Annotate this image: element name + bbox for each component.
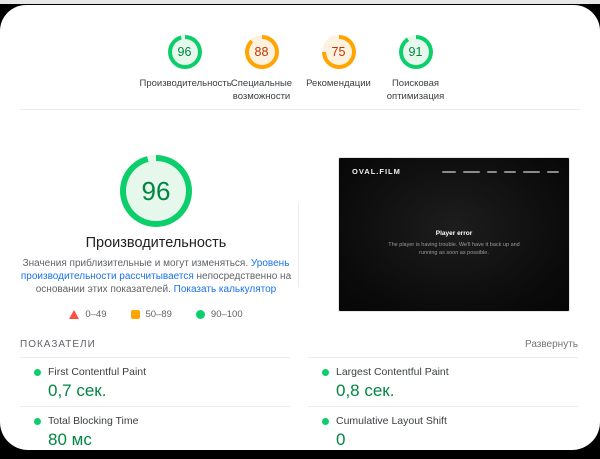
category-scores-row: 96 Производительность 88 Специальные воз… <box>0 35 600 103</box>
category-label: Специальные возможности <box>223 77 300 103</box>
vertical-divider <box>298 203 299 287</box>
page-top-edge <box>0 0 600 4</box>
nav-item-placeholder <box>487 171 497 173</box>
category-label: Поисковая оптимизация <box>377 77 454 103</box>
player-error-line: The player is having trouble. We'll have… <box>339 241 569 249</box>
metric-value: 0,8 сек. <box>336 381 578 401</box>
calculator-link[interactable]: Показать калькулятор <box>174 284 277 295</box>
player-error-title: Player error <box>339 230 569 237</box>
score-legend: 0–49 50–89 90–100 <box>20 309 292 320</box>
legend-range: 0–49 <box>85 309 106 320</box>
seo-score-gauge: 91 <box>399 35 433 69</box>
report-card: 96 Производительность 88 Специальные воз… <box>0 5 600 450</box>
metric-head: Cumulative Layout Shift <box>322 415 578 427</box>
best-practices-score: 75 <box>332 45 346 59</box>
metrics-grid: First Contentful Paint 0,7 сек. Largest … <box>20 357 578 450</box>
nav-item-placeholder <box>547 171 559 173</box>
good-dot-icon <box>322 418 329 425</box>
legend-range: 50–89 <box>146 309 172 320</box>
category-seo[interactable]: 91 Поисковая оптимизация <box>377 35 454 103</box>
expand-metrics-button[interactable]: Развернуть <box>525 339 578 350</box>
good-dot-icon <box>322 369 329 376</box>
metric-name: Total Blocking Time <box>48 415 138 427</box>
performance-section: 96 Производительность Значения приблизит… <box>20 155 292 320</box>
metric-fcp: First Contentful Paint 0,7 сек. <box>20 357 290 406</box>
legend-good: 90–100 <box>196 309 243 320</box>
metrics-header-row: ПОКАЗАТЕЛИ Развернуть <box>20 339 578 350</box>
nav-item-placeholder <box>504 171 516 173</box>
site-logo: OVAL.FILM <box>352 167 401 176</box>
accessibility-score: 88 <box>255 45 269 59</box>
metric-value: 0,7 сек. <box>48 381 290 401</box>
player-error-block: Player error The player is having troubl… <box>339 230 569 257</box>
nav-item-placeholder <box>442 171 456 173</box>
metrics-section-title: ПОКАЗАТЕЛИ <box>20 339 96 350</box>
performance-title: Производительность <box>20 235 292 251</box>
site-nav-placeholder <box>442 171 559 173</box>
metric-head: Total Blocking Time <box>34 415 290 427</box>
good-dot-icon <box>34 369 41 376</box>
metric-name: First Contentful Paint <box>48 366 146 378</box>
average-square-icon <box>131 310 140 319</box>
category-label: Производительность <box>140 77 230 90</box>
good-dot-icon <box>34 418 41 425</box>
metric-value: 0 <box>336 430 578 450</box>
metric-tbt: Total Blocking Time 80 мс <box>20 406 290 450</box>
description-text: Значения приблизительные и могут изменят… <box>23 258 251 269</box>
lighthouse-report: { "header_gauges": [ {"score": "96", "la… <box>0 0 600 459</box>
metric-name: Largest Contentful Paint <box>336 366 449 378</box>
player-error-line: running as soon as possible. <box>339 249 569 257</box>
best-practices-score-gauge: 75 <box>322 35 356 69</box>
metric-head: First Contentful Paint <box>34 366 290 378</box>
section-divider <box>20 109 580 110</box>
performance-main-gauge: 96 <box>120 155 192 227</box>
good-circle-icon <box>196 310 205 319</box>
performance-score-gauge: 96 <box>168 35 202 69</box>
nav-item-placeholder <box>463 171 480 173</box>
performance-description: Значения приблизительные и могут изменят… <box>20 257 292 296</box>
player-error-message: The player is having trouble. We'll have… <box>339 241 569 257</box>
final-screenshot-thumbnail: OVAL.FILM Player error The player is hav… <box>338 157 570 312</box>
metric-lcp: Largest Contentful Paint 0,8 сек. <box>308 357 578 406</box>
category-best-practices[interactable]: 75 Рекомендации <box>300 35 377 103</box>
fail-triangle-icon <box>69 310 79 319</box>
category-accessibility[interactable]: 88 Специальные возможности <box>223 35 300 103</box>
performance-score: 96 <box>178 45 192 59</box>
metric-name: Cumulative Layout Shift <box>336 415 447 427</box>
legend-range: 90–100 <box>211 309 243 320</box>
category-performance[interactable]: 96 Производительность <box>146 35 223 103</box>
nav-item-placeholder <box>523 171 540 173</box>
metric-head: Largest Contentful Paint <box>322 366 578 378</box>
legend-fail: 0–49 <box>69 309 106 320</box>
performance-main-score: 96 <box>142 176 171 207</box>
accessibility-score-gauge: 88 <box>245 35 279 69</box>
metric-value: 80 мс <box>48 430 290 450</box>
seo-score: 91 <box>409 45 423 59</box>
category-label: Рекомендации <box>306 77 371 90</box>
legend-average: 50–89 <box>131 309 172 320</box>
metric-cls: Cumulative Layout Shift 0 <box>308 406 578 450</box>
